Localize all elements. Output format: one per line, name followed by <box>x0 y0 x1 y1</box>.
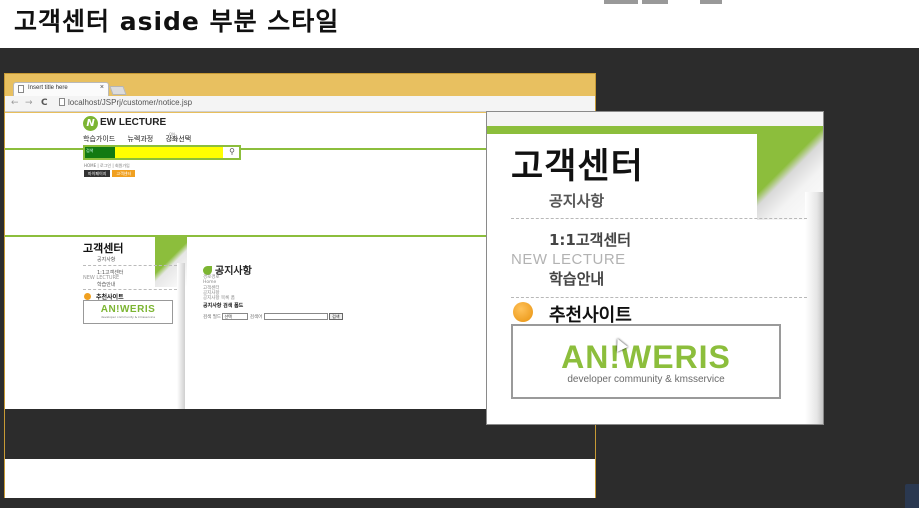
search-label: 검색 <box>85 147 115 158</box>
page-icon <box>59 98 65 106</box>
breadcrumb-links[interactable]: HOME | 로그인 | 회원가입 <box>84 163 130 169</box>
slide-title: 고객센터 aside 부분 스타일 <box>14 7 340 36</box>
browser-toolbar: ← → C localhost/JSPrj/customer/notice.js… <box>5 96 595 112</box>
inner-aside-notice[interactable]: 공지사항 <box>97 256 115 263</box>
customer-center-button[interactable]: 고객센터 <box>112 170 136 177</box>
inner-aside-edge <box>177 263 185 433</box>
page-icon <box>18 85 24 93</box>
close-icon[interactable]: × <box>100 84 104 91</box>
inner-divider <box>83 289 177 290</box>
inner-answeris-banner[interactable]: AN!WERIS developer community & kmsservic… <box>83 300 173 324</box>
inner-aside-guide[interactable]: 학습안내 <box>97 281 115 288</box>
keyword-label: 검색어 <box>249 315 263 320</box>
inner-divider <box>83 265 177 266</box>
answeris-tagline: developer community & kmsservice <box>567 374 725 385</box>
field-select[interactable]: 선택 <box>222 313 249 320</box>
back-arrow-icon[interactable]: ← <box>11 98 19 108</box>
orange-bullet-icon <box>513 302 533 322</box>
address-bar[interactable]: localhost/JSPrj/customer/notice.jsp <box>59 98 192 107</box>
footer-light <box>5 459 595 498</box>
zoom-aside-title: 고객센터 <box>511 147 644 187</box>
zoom-divider <box>511 297 807 298</box>
answeris-logo: AN!WERIS <box>561 339 731 375</box>
new-tab-button[interactable] <box>109 86 127 95</box>
menu-item-guide[interactable]: 학습가이드 <box>83 135 115 143</box>
mypage-button[interactable]: 마이페이지 <box>84 170 111 177</box>
zoom-overlay-text: NEW LECTURE <box>511 251 626 268</box>
main-title-text: 공지사항 <box>215 266 252 277</box>
reload-icon[interactable]: C <box>41 98 48 108</box>
search-form-title: 공지사항 검색 폼드 <box>203 303 244 309</box>
answeris-tagline: developer community & kmsservice <box>100 315 156 319</box>
search-button[interactable]: 검색 <box>329 313 343 320</box>
top-marks <box>604 0 734 10</box>
zoom-edge-shadow <box>805 192 823 424</box>
zoom-top-strip <box>487 112 823 126</box>
zoom-aside-guide[interactable]: 학습안내 <box>549 268 604 289</box>
logo-mark: N <box>83 116 98 131</box>
tab-bar: Insert title here × <box>5 74 595 96</box>
bullet-dot <box>84 293 91 300</box>
browser-tab[interactable]: Insert title here × <box>13 82 109 96</box>
menu-item-course[interactable]: 뉴렉과정 <box>127 135 153 143</box>
menu-item-lecture[interactable]: 강좌선택 <box>165 135 191 143</box>
corner-widget <box>905 484 919 508</box>
answeris-logo: AN!WERIS <box>100 304 156 315</box>
search-icon[interactable]: ⚲ <box>225 147 239 158</box>
zoom-answeris-banner[interactable]: AN!WERIS developer community & kmsservic… <box>511 324 781 399</box>
notice-search-form: 검색 필드 선택 검색어 검색 <box>203 313 343 320</box>
logo-text: EW LECTURE <box>100 117 167 128</box>
inner-aside-title: 고객센터 <box>83 242 124 255</box>
zoom-divider <box>511 218 807 219</box>
search-input[interactable] <box>115 147 223 158</box>
url-text: localhost/JSPrj/customer/notice.jsp <box>68 98 193 107</box>
zoom-aside-qna[interactable]: 1:1고객센터 <box>549 229 631 250</box>
path-item: 공지사항 목록 폼 <box>203 296 235 301</box>
site-search: 검색 ⚲ <box>83 145 241 160</box>
zoom-panel: 고객센터 공지사항 1:1고객센터 NEW LECTURE 학습안내 추천사이트… <box>486 111 824 425</box>
zoom-aside-notice[interactable]: 공지사항 <box>549 190 604 211</box>
site-menu: 학습가이드 뉴렉과정 강좌선택 <box>83 134 201 144</box>
field-label: 검색 필드 <box>203 315 221 320</box>
forward-arrow-icon[interactable]: → <box>25 98 33 108</box>
keyword-input[interactable] <box>263 313 328 320</box>
quick-buttons: 마이페이지 고객센터 <box>84 170 137 177</box>
tab-title: Insert title here <box>28 85 68 91</box>
